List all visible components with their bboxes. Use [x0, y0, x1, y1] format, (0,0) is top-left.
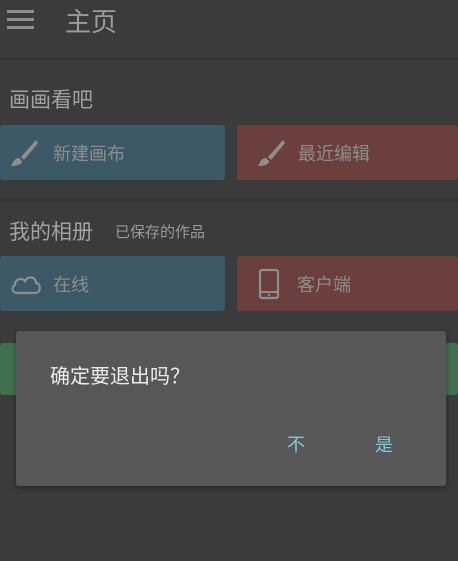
section-subtitle-album: 已保存的作品 — [115, 223, 206, 241]
app-bar: 主页 — [0, 0, 458, 50]
cloud-icon — [11, 276, 41, 295]
brush-icon — [11, 140, 38, 166]
dialog-yes-button[interactable]: 是 — [375, 431, 393, 457]
new-canvas-label: 新建画布 — [53, 144, 125, 165]
online-album-label: 在线 — [53, 275, 89, 296]
online-album-button[interactable]: 在线 — [0, 256, 225, 311]
phone-icon — [258, 268, 280, 300]
exit-confirm-dialog: 确定要退出吗？ 不 是 — [16, 331, 446, 486]
client-album-label: 客户端 — [297, 275, 351, 296]
recent-edit-label: 最近编辑 — [298, 144, 370, 165]
dialog-no-button[interactable]: 不 — [287, 431, 305, 457]
dialog-message: 确定要退出吗？ — [50, 364, 190, 388]
section-title-album: 我的相册 — [9, 220, 93, 244]
hamburger-menu-icon[interactable] — [7, 10, 34, 30]
divider — [0, 199, 458, 201]
page-title: 主页 — [65, 8, 118, 38]
client-album-button[interactable]: 客户端 — [237, 256, 458, 311]
divider — [0, 58, 458, 60]
new-canvas-button[interactable]: 新建画布 — [0, 125, 225, 180]
section-title-draw: 画画看吧 — [9, 88, 93, 112]
brush-icon — [258, 140, 285, 166]
recent-edit-button[interactable]: 最近编辑 — [237, 125, 458, 180]
